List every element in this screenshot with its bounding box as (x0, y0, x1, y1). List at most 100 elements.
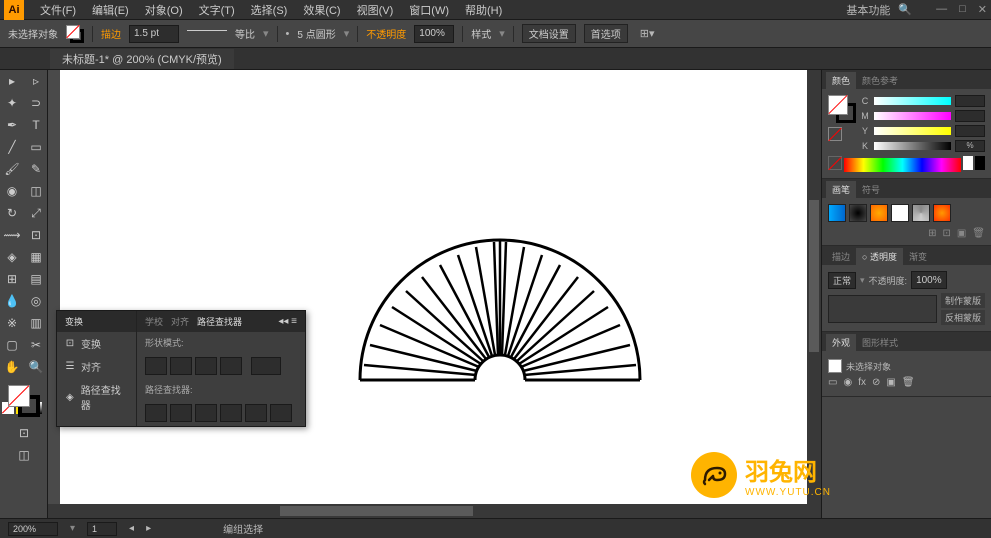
swatch-lib-icon[interactable]: ⊞ (928, 228, 936, 239)
selection-tool[interactable]: ▸ (0, 70, 24, 92)
vertical-scrollbar[interactable] (807, 70, 821, 504)
artboard-prev-icon[interactable]: ◂ (129, 523, 134, 534)
magic-wand-tool[interactable]: ✦ (0, 92, 24, 114)
menu-file[interactable]: 文件(F) (32, 2, 84, 18)
swatch-orange[interactable] (870, 204, 888, 222)
close-icon[interactable]: ✕ (978, 3, 987, 16)
white-chip[interactable] (963, 156, 973, 170)
pf-item-pathfinder[interactable]: ◈路径查找器 (57, 378, 136, 416)
artboard-nav-input[interactable] (87, 522, 117, 536)
menu-edit[interactable]: 编辑(E) (84, 2, 137, 18)
width-tool[interactable]: ⟿ (0, 224, 24, 246)
appear-del-icon[interactable]: 🗑 (902, 377, 915, 388)
maximize-icon[interactable]: □ (959, 3, 966, 16)
prefs-button[interactable]: 首选项 (584, 24, 628, 43)
swatch-blue[interactable] (828, 204, 846, 222)
line-tool[interactable]: ╱ (0, 136, 24, 158)
blend-tool[interactable]: ◎ (24, 290, 48, 312)
stroke-panel-tab[interactable]: 描边 (826, 248, 856, 265)
pf-intersect[interactable] (195, 357, 217, 375)
swatch-gear[interactable] (912, 204, 930, 222)
eraser-tool[interactable]: ◫ (24, 180, 48, 202)
none-spectrum[interactable] (828, 156, 842, 170)
pathfinder-panel[interactable]: 变换 ⊡变换 ☰对齐 ◈路径查找器 学校 对齐 路径查找器 ◂◂ ≡ 形状模式:… (56, 310, 306, 427)
appear-clear-icon[interactable]: ⊘ (872, 377, 880, 388)
spectrum-bar[interactable] (844, 158, 961, 172)
black-chip[interactable] (975, 156, 985, 170)
opacity-value-input[interactable] (911, 271, 947, 289)
pf-tab2-3[interactable]: 路径查找器 (193, 313, 246, 330)
k-slider[interactable] (874, 142, 951, 150)
menu-select[interactable]: 选择(S) (243, 2, 296, 18)
style-label[interactable]: 样式 (471, 26, 491, 41)
m-slider[interactable] (874, 112, 951, 120)
pf-unite[interactable] (145, 357, 167, 375)
direct-select-tool[interactable]: ▹ (24, 70, 48, 92)
appear-dup-icon[interactable]: ▣ (886, 377, 895, 388)
slice-tool[interactable]: ✂ (24, 334, 48, 356)
symbol-tool[interactable]: ※ (0, 312, 24, 334)
pf-tab-transform[interactable]: 变换 (61, 313, 87, 330)
brush-tool[interactable]: 🖌 (0, 158, 24, 180)
opacity-input[interactable] (414, 25, 454, 43)
c-value[interactable] (955, 95, 985, 107)
lasso-tool[interactable]: ⊃ (24, 92, 48, 114)
search-icon[interactable]: 🔍 (898, 3, 912, 16)
pf-menu-icon[interactable]: ◂◂ ≡ (274, 314, 301, 329)
menu-effect[interactable]: 效果(C) (295, 2, 348, 18)
brushes-tab[interactable]: 画笔 (826, 181, 856, 198)
menu-object[interactable]: 对象(O) (137, 2, 191, 18)
pen-tool[interactable]: ✒ (0, 114, 24, 136)
color-swatch-pair[interactable] (828, 95, 856, 123)
document-tab[interactable]: 未标题-1* @ 200% (CMYK/预览) (50, 49, 234, 69)
stroke-profile[interactable]: 5 点圆形 (297, 26, 335, 41)
mesh-tool[interactable]: ⊞ (0, 268, 24, 290)
swatch-new-icon[interactable]: ▣ (957, 228, 966, 239)
gradient-panel-tab[interactable]: 渐变 (903, 248, 933, 265)
none-swatch[interactable] (828, 127, 842, 141)
pf-minus-front[interactable] (170, 357, 192, 375)
horizontal-scrollbar[interactable] (48, 504, 821, 518)
opacity-panel-tab[interactable]: ○ 透明度 (856, 248, 903, 265)
hand-tool[interactable]: ✋ (0, 356, 24, 378)
gradient-tool[interactable]: ▤ (24, 268, 48, 290)
pf-minus-back[interactable] (270, 404, 292, 422)
color-guide-tab[interactable]: 颜色参考 (856, 72, 904, 89)
appear-fill-icon[interactable]: ◉ (843, 377, 852, 388)
rotate-tool[interactable]: ↻ (0, 202, 24, 224)
pencil-tool[interactable]: ✎ (24, 158, 48, 180)
type-tool[interactable]: T (24, 114, 48, 136)
pf-divide[interactable] (145, 404, 167, 422)
screen-mode[interactable]: ⊡ (0, 422, 48, 444)
swatch-white[interactable] (891, 204, 909, 222)
menu-window[interactable]: 窗口(W) (401, 2, 457, 18)
rect-tool[interactable]: ▭ (24, 136, 48, 158)
appear-stroke-icon[interactable]: ▭ (828, 377, 837, 388)
mask-preview[interactable] (828, 295, 937, 323)
artboard-next-icon[interactable]: ▸ (146, 523, 151, 534)
make-mask-button[interactable]: 制作蒙版 (941, 293, 985, 308)
pf-merge[interactable] (195, 404, 217, 422)
artboard-tool[interactable]: ▢ (0, 334, 24, 356)
align-icon[interactable]: ⊞▾ (640, 27, 655, 40)
menu-help[interactable]: 帮助(H) (457, 2, 510, 18)
scale-tool[interactable]: ⤢ (24, 202, 48, 224)
appear-fx-icon[interactable]: fx (858, 377, 866, 388)
appearance-tab[interactable]: 外观 (826, 334, 856, 351)
c-slider[interactable] (874, 97, 951, 105)
pf-exclude[interactable] (220, 357, 242, 375)
pf-tab2-1[interactable]: 学校 (141, 313, 167, 330)
swatch-splat[interactable] (849, 204, 867, 222)
workspace-label[interactable]: 基本功能 (846, 2, 890, 18)
eyedropper-tool[interactable]: 💧 (0, 290, 24, 312)
shape-builder-tool[interactable]: ◈ (0, 246, 24, 268)
blend-mode-select[interactable]: 正常 (828, 272, 856, 289)
menu-type[interactable]: 文字(T) (191, 2, 243, 18)
swatch-del-icon[interactable]: 🗑 (972, 228, 985, 239)
pf-crop[interactable] (220, 404, 242, 422)
pf-trim[interactable] (170, 404, 192, 422)
menu-view[interactable]: 视图(V) (349, 2, 402, 18)
zoom-tool[interactable]: 🔍 (24, 356, 48, 378)
pf-item-transform[interactable]: ⊡变换 (57, 332, 136, 355)
perspective-tool[interactable]: ▦ (24, 246, 48, 268)
